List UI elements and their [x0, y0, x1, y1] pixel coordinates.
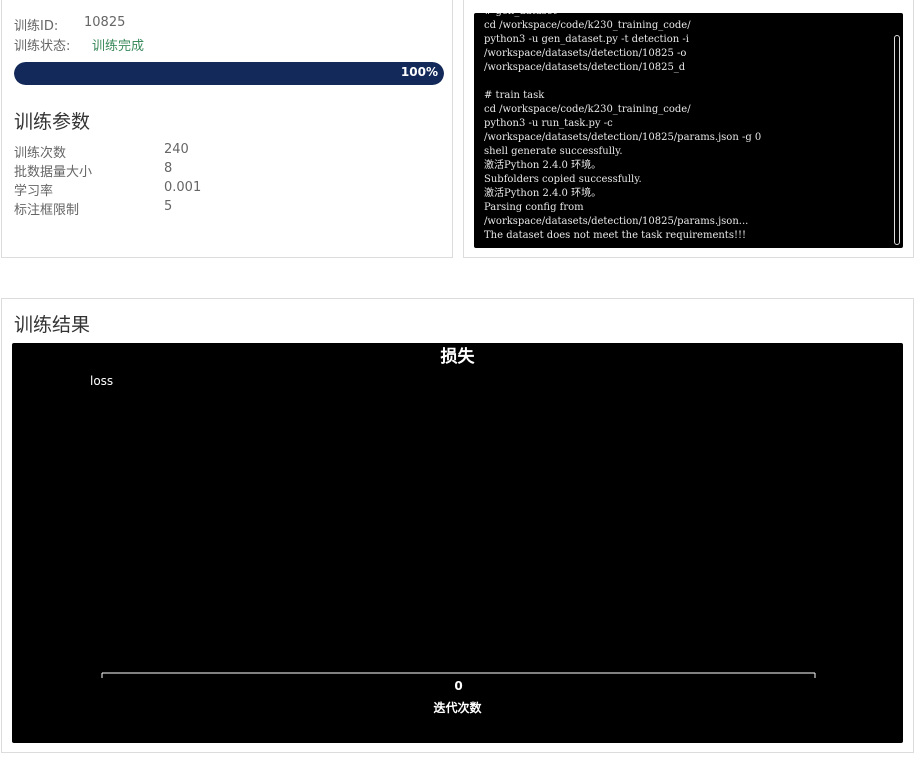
param-label: 学习率 [14, 184, 54, 199]
x-tick-label: 0 [454, 679, 462, 693]
training-progress-fill: 100% [14, 62, 444, 85]
param-label: 批数据量大小 [14, 165, 93, 180]
training-log-text: # gen_dataset cd /workspace/code/k230_tr… [484, 13, 762, 241]
param-row: 学习率 0.001 [14, 180, 314, 199]
param-value: 240 [164, 142, 189, 157]
training-id-value: 10825 [84, 15, 126, 30]
training-status-row: 训练状态: 训练完成 [14, 35, 144, 54]
param-row: 标注框限制 5 [14, 199, 314, 218]
loss-chart: 损失 loss 0 迭代次数 [12, 343, 903, 743]
training-progress-text: 100% [400, 65, 438, 79]
training-id-row: 训练ID: 10825 [14, 15, 125, 34]
param-value: 0.001 [164, 180, 202, 195]
training-log-console[interactable]: # gen_dataset cd /workspace/code/k230_tr… [474, 13, 903, 248]
training-info-panel: 训练ID: 10825 训练状态: 训练完成 100% 训练参数 训练次数 24… [1, 0, 453, 258]
param-row: 训练次数 240 [14, 142, 314, 161]
training-id-label: 训练ID: [14, 19, 59, 34]
training-progress-bar: 100% [14, 62, 444, 85]
results-title: 训练结果 [14, 314, 91, 336]
param-value: 8 [164, 161, 173, 176]
log-scrollbar[interactable] [894, 35, 900, 245]
training-status-label: 训练状态: [14, 39, 71, 54]
param-row: 批数据量大小 8 [14, 161, 314, 180]
x-axis-label: 迭代次数 [433, 700, 482, 715]
param-label: 训练次数 [14, 146, 67, 161]
params-title: 训练参数 [14, 111, 91, 133]
training-log-panel: # gen_dataset cd /workspace/code/k230_tr… [463, 0, 914, 258]
legend-entry-loss: loss [90, 374, 113, 388]
training-status-value: 训练完成 [92, 39, 145, 54]
chart-title: 损失 [441, 346, 476, 367]
training-results-panel: 训练结果 损失 loss 0 迭代次数 [1, 298, 914, 753]
param-value: 5 [164, 199, 173, 214]
loss-chart-svg: 损失 loss 0 迭代次数 [90, 346, 816, 715]
param-label: 标注框限制 [14, 203, 80, 218]
